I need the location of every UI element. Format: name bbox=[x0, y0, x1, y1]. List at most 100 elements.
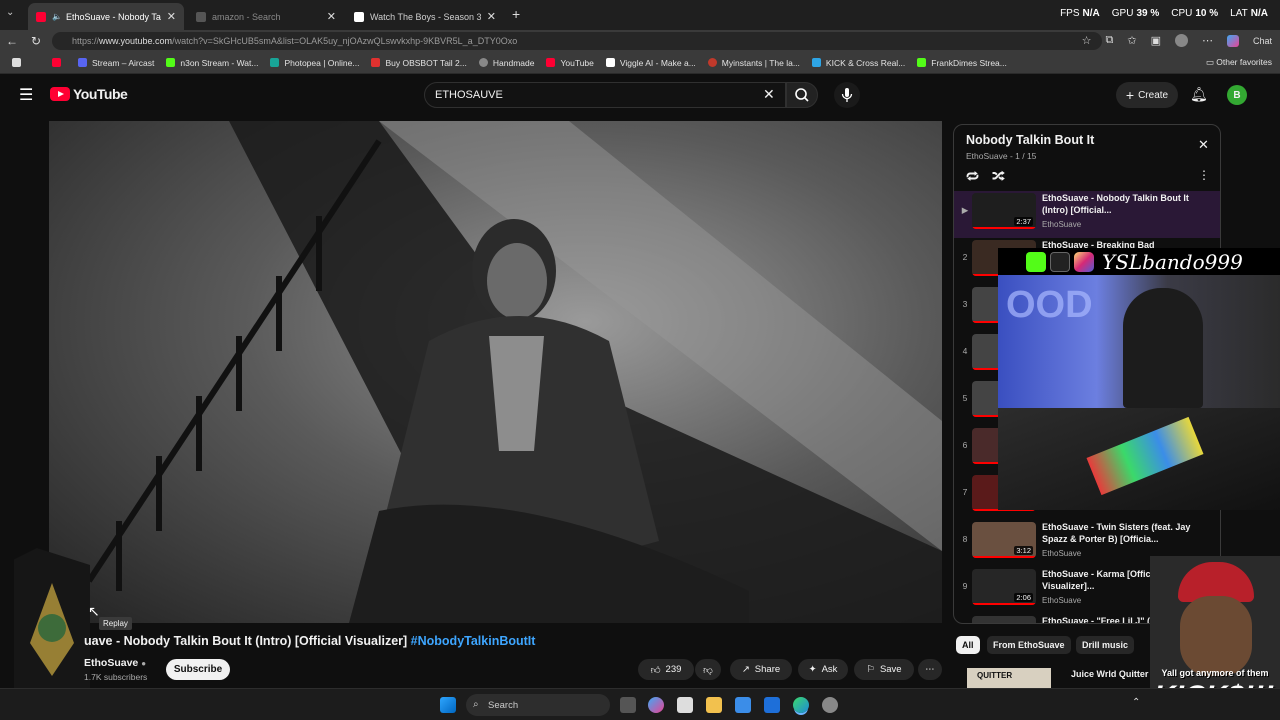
extensions-icon[interactable]: ⧉ bbox=[1106, 34, 1114, 47]
youtube-play-icon bbox=[50, 87, 70, 101]
url-host: www.youtube.com bbox=[99, 36, 173, 46]
chip-from-channel[interactable]: From EthoSuave bbox=[987, 636, 1071, 654]
windows-start-icon[interactable] bbox=[440, 697, 456, 713]
chat-button[interactable]: Chat bbox=[1253, 36, 1272, 46]
instagram-icon bbox=[1074, 251, 1094, 272]
subscribe-button[interactable]: Subscribe bbox=[166, 659, 230, 680]
thumbs-up-icon: 👍︎ bbox=[650, 664, 661, 676]
microphone-icon bbox=[841, 88, 853, 102]
youtube-favicon-icon bbox=[36, 11, 46, 22]
recommended-video-title[interactable]: Juice Wrld Quitter bbox=[1071, 669, 1148, 679]
bookmark-item[interactable]: FrankDimes Strea... bbox=[917, 58, 1007, 68]
taskbar-search[interactable]: ⌕ Search bbox=[466, 694, 610, 716]
favorite-star-icon[interactable]: ☆ bbox=[1082, 34, 1092, 47]
save-button[interactable]: ⚐ Save bbox=[854, 659, 914, 680]
face bbox=[1180, 596, 1252, 676]
search-favicon-icon bbox=[196, 11, 206, 22]
tray-chevron-icon[interactable]: ⌃ bbox=[1132, 697, 1140, 708]
video-player[interactable] bbox=[49, 121, 942, 623]
copilot-icon[interactable] bbox=[648, 697, 664, 713]
edge-browser-icon[interactable] bbox=[793, 697, 809, 713]
chip-all[interactable]: All bbox=[956, 636, 980, 654]
bookmark-item[interactable] bbox=[12, 58, 26, 67]
tab-youtube[interactable]: 🔈 EthoSuave - Nobody Talkin Bo ✕ bbox=[28, 3, 184, 30]
streamer-figure bbox=[1123, 288, 1203, 408]
refresh-icon[interactable]: ↻ bbox=[24, 34, 48, 48]
bookmark-item[interactable]: KICK & Cross Real... bbox=[811, 58, 905, 68]
plus-icon: + bbox=[1125, 87, 1135, 103]
search-input[interactable]: ETHOSAUVE bbox=[424, 82, 786, 108]
dislike-button[interactable]: 👎︎ bbox=[695, 659, 721, 680]
recommended-thumbnail[interactable]: QUITTER bbox=[967, 668, 1051, 688]
performance-overlay: FPS N/A GPU 39 % CPU 10 % LAT N/A bbox=[1060, 8, 1268, 19]
tab-title: amazon - Search bbox=[212, 11, 281, 22]
chip-drill-music[interactable]: Drill music bbox=[1076, 636, 1135, 654]
settings-gear-icon[interactable] bbox=[822, 697, 838, 713]
watch-progress bbox=[972, 227, 1036, 229]
tiktok-icon bbox=[1050, 251, 1070, 272]
tab-title: Watch The Boys - Season 3 | Prime bbox=[370, 11, 481, 22]
bookmark-item[interactable]: Buy OBSBOT Tail 2... bbox=[371, 58, 467, 68]
like-button[interactable]: 👍︎ 239 bbox=[638, 659, 694, 680]
profile-icon[interactable] bbox=[1174, 34, 1188, 47]
clear-search-icon[interactable]: ✕ bbox=[763, 86, 775, 103]
close-playlist-icon[interactable]: ✕ bbox=[1198, 137, 1209, 153]
photos-icon[interactable] bbox=[735, 697, 751, 713]
social-banner: YSLbando999 bbox=[998, 248, 1280, 275]
tab-title: EthoSuave - Nobody Talkin Bo bbox=[65, 11, 161, 22]
playlist-menu-icon[interactable]: ⋮ bbox=[1198, 168, 1210, 182]
copilot-icon[interactable] bbox=[1226, 34, 1239, 47]
more-icon[interactable]: ⋯ bbox=[1202, 34, 1213, 47]
bookmark-item[interactable]: Handmade bbox=[478, 58, 534, 68]
avatar[interactable]: B bbox=[1227, 85, 1247, 105]
more-actions-button[interactable]: ⋯ bbox=[918, 659, 942, 680]
playlist-item-current[interactable]: ▶ 2:37 EthoSuave - Nobody Talkin Bout It… bbox=[954, 191, 1220, 238]
close-tab-icon[interactable]: ✕ bbox=[327, 10, 336, 23]
tab-list-chevron-icon[interactable]: ⌄ bbox=[6, 7, 14, 18]
store-icon[interactable] bbox=[677, 697, 693, 713]
other-favorites[interactable]: ▭ Other favorites bbox=[1206, 57, 1272, 68]
windows-taskbar: ⌕ Search ⌃ bbox=[0, 688, 1280, 720]
bookmark-item[interactable]: Photopea | Online... bbox=[270, 58, 359, 68]
shuffle-icon[interactable]: 🔀︎ bbox=[992, 167, 1005, 186]
tab-prime-video[interactable]: Watch The Boys - Season 3 | Prime ✕ bbox=[346, 3, 504, 30]
hashtag-link[interactable]: #NobodyTalkinBoutIt bbox=[411, 634, 536, 648]
voice-search-button[interactable] bbox=[834, 82, 860, 108]
file-explorer-icon[interactable] bbox=[706, 697, 722, 713]
bookmark-item[interactable]: Myinstants | The la... bbox=[707, 58, 800, 68]
bookmark-item[interactable]: n3on Stream - Wat... bbox=[166, 58, 258, 68]
new-tab-button[interactable]: + bbox=[512, 6, 520, 22]
toolbar-actions: ☆ ⧉ ✩ ▣ ⋯ Chat bbox=[1082, 34, 1272, 47]
bookmark-item[interactable]: Viggle AI - Make a... bbox=[605, 58, 696, 68]
task-view-icon[interactable] bbox=[620, 697, 636, 713]
bookmark-item[interactable] bbox=[52, 58, 66, 67]
video-thumbnail: 2:06 bbox=[972, 569, 1036, 605]
tab-amazon[interactable]: amazon - Search ✕ bbox=[188, 3, 344, 30]
photopea-icon bbox=[270, 58, 280, 67]
share-button[interactable]: ↗ Share bbox=[730, 659, 792, 680]
browser-toolbar: ← ↻ https://www.youtube.com/watch?v=SkGH… bbox=[0, 30, 1280, 52]
bookmark-item[interactable]: Stream – Aircast bbox=[78, 58, 154, 68]
address-bar[interactable]: https://www.youtube.com/watch?v=SkGHcUB5… bbox=[52, 32, 1102, 50]
collections-icon[interactable]: ▣ bbox=[1151, 34, 1161, 47]
notifications-bell-icon[interactable]: 🔔︎ bbox=[1190, 86, 1208, 103]
close-tab-icon[interactable]: ✕ bbox=[487, 10, 496, 23]
channel-name[interactable]: EthoSuave ● bbox=[84, 657, 146, 669]
meme-caption: Yall got anymore of them bbox=[1161, 668, 1269, 678]
favorites-icon[interactable]: ✩ bbox=[1127, 34, 1136, 47]
video-thumbnail bbox=[972, 616, 1036, 623]
stat-gpu: GPU 39 % bbox=[1111, 8, 1160, 19]
back-icon[interactable]: ← bbox=[0, 34, 24, 48]
menu-icon[interactable]: ☰ bbox=[19, 85, 33, 105]
close-tab-icon[interactable]: ✕ bbox=[167, 10, 176, 23]
search-button[interactable] bbox=[786, 82, 818, 108]
youtube-header: ☰ YouTube ETHOSAUVE ✕ + Create 🔔︎ B bbox=[0, 74, 1280, 116]
mail-icon[interactable] bbox=[764, 697, 780, 713]
youtube-logo[interactable]: YouTube bbox=[50, 86, 128, 102]
share-icon: ↗ bbox=[741, 664, 750, 675]
ask-button[interactable]: ✦ Ask bbox=[798, 659, 848, 680]
video-thumbnail: 2:37 bbox=[972, 193, 1036, 229]
create-button[interactable]: + Create bbox=[1116, 82, 1178, 108]
loop-icon[interactable]: 🔁︎ bbox=[966, 167, 979, 186]
bookmark-item[interactable]: YouTube bbox=[546, 58, 594, 68]
